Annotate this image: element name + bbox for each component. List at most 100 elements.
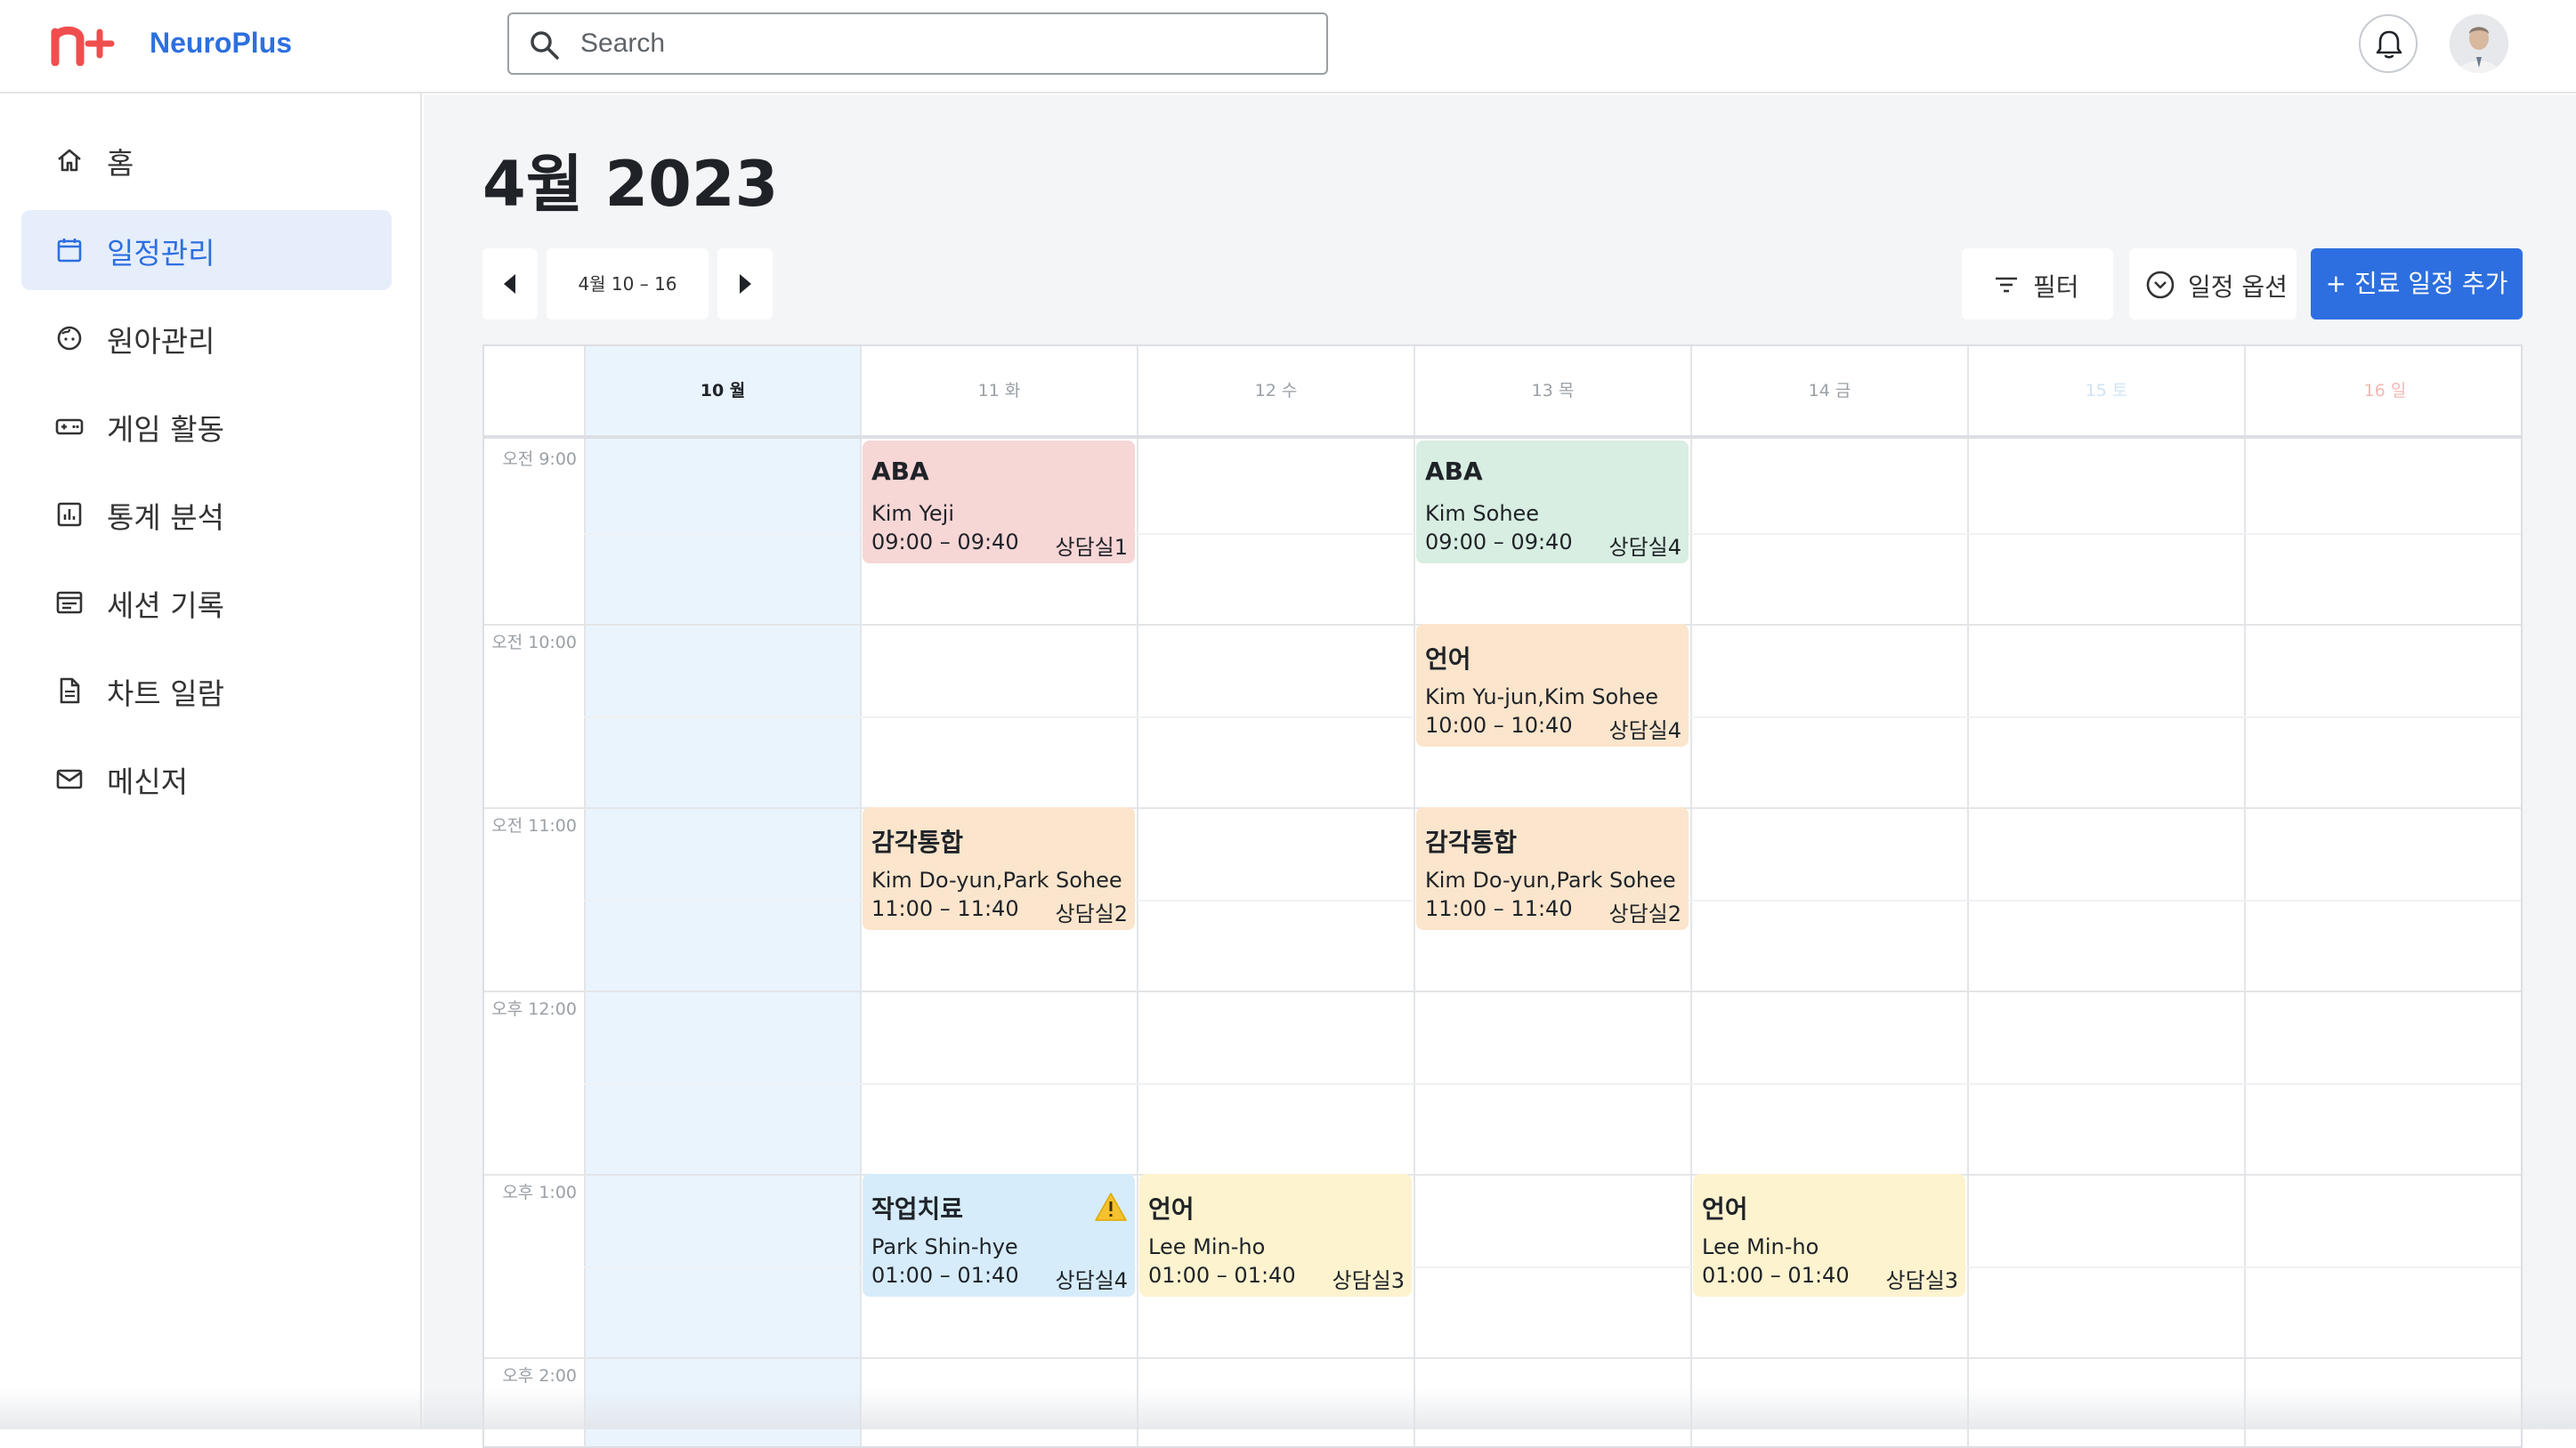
sidebar-item-game[interactable]: 게임 활동 xyxy=(21,386,392,466)
time-label: 오후 1:00 xyxy=(502,1183,577,1202)
sidebar-item-label: 원아관리 xyxy=(107,324,215,359)
event-title: 언어 xyxy=(1148,1194,1195,1224)
event-card[interactable]: 언어 Lee Min-ho 01:00 – 01:40 상담실3 xyxy=(1139,1174,1412,1297)
bar-chart-icon xyxy=(57,502,82,527)
sidebar-item-charts[interactable]: 차트 일람 xyxy=(21,651,392,731)
event-room: 상담실2 xyxy=(1608,902,1681,926)
grid-line xyxy=(1137,439,1138,1446)
bottom-shadow xyxy=(0,1388,2576,1429)
sidebar-item-home[interactable]: 홈 xyxy=(21,120,392,200)
event-card[interactable]: ABA Kim Yeji 09:00 – 09:40 상담실1 xyxy=(863,441,1135,563)
sidebar-item-children[interactable]: 원아관리 xyxy=(21,298,392,378)
schedule-options-button[interactable]: 일정 옵션 xyxy=(2129,248,2297,320)
schedule-options-label: 일정 옵션 xyxy=(2188,272,2288,302)
day-header[interactable]: 12 수 xyxy=(1137,346,1414,435)
sidebar-item-schedule[interactable]: 일정관리 xyxy=(21,210,392,290)
sidebar-item-label: 일정관리 xyxy=(107,236,215,271)
grid-line xyxy=(860,439,862,1446)
event-participants: Lee Min-ho xyxy=(1702,1234,1819,1259)
event-time: 09:00 – 09:40 xyxy=(1425,530,1573,554)
grid-line xyxy=(484,1174,2521,1176)
sidebar-item-session-record[interactable]: 세션 기록 xyxy=(21,562,392,643)
day-header[interactable]: 13 목 xyxy=(1414,346,1690,435)
home-icon xyxy=(58,149,81,172)
sidebar-item-label: 통계 분석 xyxy=(107,500,224,535)
grid-line xyxy=(2244,439,2246,1446)
filter-icon xyxy=(1996,277,2017,293)
document-icon xyxy=(60,677,80,704)
event-card[interactable]: 감각통합 Kim Do-yun,Park Sohee 11:00 – 11:40… xyxy=(863,807,1135,930)
user-avatar[interactable] xyxy=(2450,14,2508,73)
top-bar: NeuroPlus xyxy=(0,0,2576,93)
event-room: 상담실4 xyxy=(1608,535,1681,560)
week-calendar: 10 월 11 화 12 수 13 목 14 금 15 토 16 일 오전 9:… xyxy=(482,344,2523,1448)
main-content: 4월 2023 4월 10 – 16 필터 일정 옵션 + 진료 일정 추가 1… xyxy=(424,95,2576,1448)
event-room: 상담실4 xyxy=(1055,1268,1128,1293)
grid-line xyxy=(1414,439,1415,1446)
grid-line xyxy=(584,1083,2521,1085)
chevron-down-circle-icon xyxy=(2146,271,2175,299)
grid-line xyxy=(584,439,586,1446)
event-card[interactable]: 언어 Lee Min-ho 01:00 – 01:40 상담실3 xyxy=(1693,1174,1965,1297)
sidebar-item-statistics[interactable]: 통계 분석 xyxy=(21,474,392,554)
sidebar-item-messenger[interactable]: 메신저 xyxy=(21,739,392,819)
event-card[interactable]: 작업치료 Park Shin-hye 01:00 – 01:40 상담실4 xyxy=(863,1174,1135,1297)
event-participants: Lee Min-ho xyxy=(1148,1234,1266,1259)
event-room: 상담실3 xyxy=(1332,1268,1405,1293)
page-title: 4월 2023 xyxy=(482,148,779,221)
sidebar-item-label: 게임 활동 xyxy=(107,412,224,447)
event-participants: Kim Sohee xyxy=(1425,501,1540,526)
search-icon xyxy=(531,31,559,60)
neuroplus-logo-icon[interactable] xyxy=(50,20,121,66)
week-range-label[interactable]: 4월 10 – 16 xyxy=(547,248,709,320)
caret-left-icon xyxy=(504,274,515,294)
today-column-highlight xyxy=(584,439,860,1446)
add-session-button[interactable]: + 진료 일정 추가 xyxy=(2311,248,2523,320)
event-time: 09:00 – 09:40 xyxy=(871,530,1019,554)
event-time: 01:00 – 01:40 xyxy=(1148,1263,1296,1288)
event-title: ABA xyxy=(871,457,929,486)
event-title: 언어 xyxy=(1425,644,1471,674)
event-title: ABA xyxy=(1425,457,1483,486)
avatar-portrait-icon xyxy=(2450,14,2508,73)
event-title: 작업치료 xyxy=(871,1194,964,1224)
sidebar-item-label: 메신저 xyxy=(107,764,189,799)
event-participants: Park Shin-hye xyxy=(871,1234,1018,1259)
bell-icon xyxy=(2376,30,2402,59)
day-header[interactable]: 16 일 xyxy=(2244,346,2521,435)
event-participants: Kim Do-yun,Park Sohee xyxy=(871,868,1122,893)
event-room: 상담실4 xyxy=(1608,718,1681,743)
event-card[interactable]: 언어 Kim Yu-jun,Kim Sohee 10:00 – 10:40 상담… xyxy=(1416,624,1689,747)
grid-line xyxy=(484,991,2521,992)
notification-button[interactable] xyxy=(2359,14,2418,73)
day-header[interactable]: 11 화 xyxy=(860,346,1137,435)
session-record-icon xyxy=(56,591,83,614)
time-label: 오후 12:00 xyxy=(491,999,577,1019)
event-room: 상담실2 xyxy=(1055,902,1128,926)
event-room: 상담실3 xyxy=(1885,1268,1958,1293)
event-title: 감각통합 xyxy=(871,828,964,857)
event-time: 10:00 – 10:40 xyxy=(1425,713,1573,738)
app-name[interactable]: NeuroPlus xyxy=(150,27,292,60)
mail-icon xyxy=(56,769,83,789)
event-card[interactable]: 감각통합 Kim Do-yun,Park Sohee 11:00 – 11:40… xyxy=(1416,807,1689,930)
grid-line xyxy=(1967,439,1969,1446)
grid-line xyxy=(484,1357,2521,1359)
day-header[interactable]: 15 토 xyxy=(1967,346,2244,435)
previous-week-button[interactable] xyxy=(482,248,538,320)
time-label: 오전 9:00 xyxy=(502,449,577,469)
event-title: 감각통합 xyxy=(1425,828,1518,857)
filter-button[interactable]: 필터 xyxy=(1962,248,2113,320)
event-card[interactable]: ABA Kim Sohee 09:00 – 09:40 상담실4 xyxy=(1416,441,1689,563)
sidebar-item-label: 홈 xyxy=(107,146,134,181)
warning-icon xyxy=(1095,1193,1127,1221)
event-time: 11:00 – 11:40 xyxy=(1425,896,1573,921)
gamepad-icon xyxy=(55,418,84,435)
next-week-button[interactable] xyxy=(717,248,773,320)
search-bar[interactable] xyxy=(507,12,1328,75)
event-participants: Kim Yu-jun,Kim Sohee xyxy=(1425,684,1658,709)
day-header[interactable]: 14 금 xyxy=(1690,346,1967,435)
search-input[interactable] xyxy=(580,23,1310,64)
day-header[interactable]: 10 월 xyxy=(584,346,860,435)
sidebar: 홈 일정관리 원아관리 게임 활동 통계 분석 세션 기록 차트 일람 메신저 xyxy=(0,93,422,1429)
